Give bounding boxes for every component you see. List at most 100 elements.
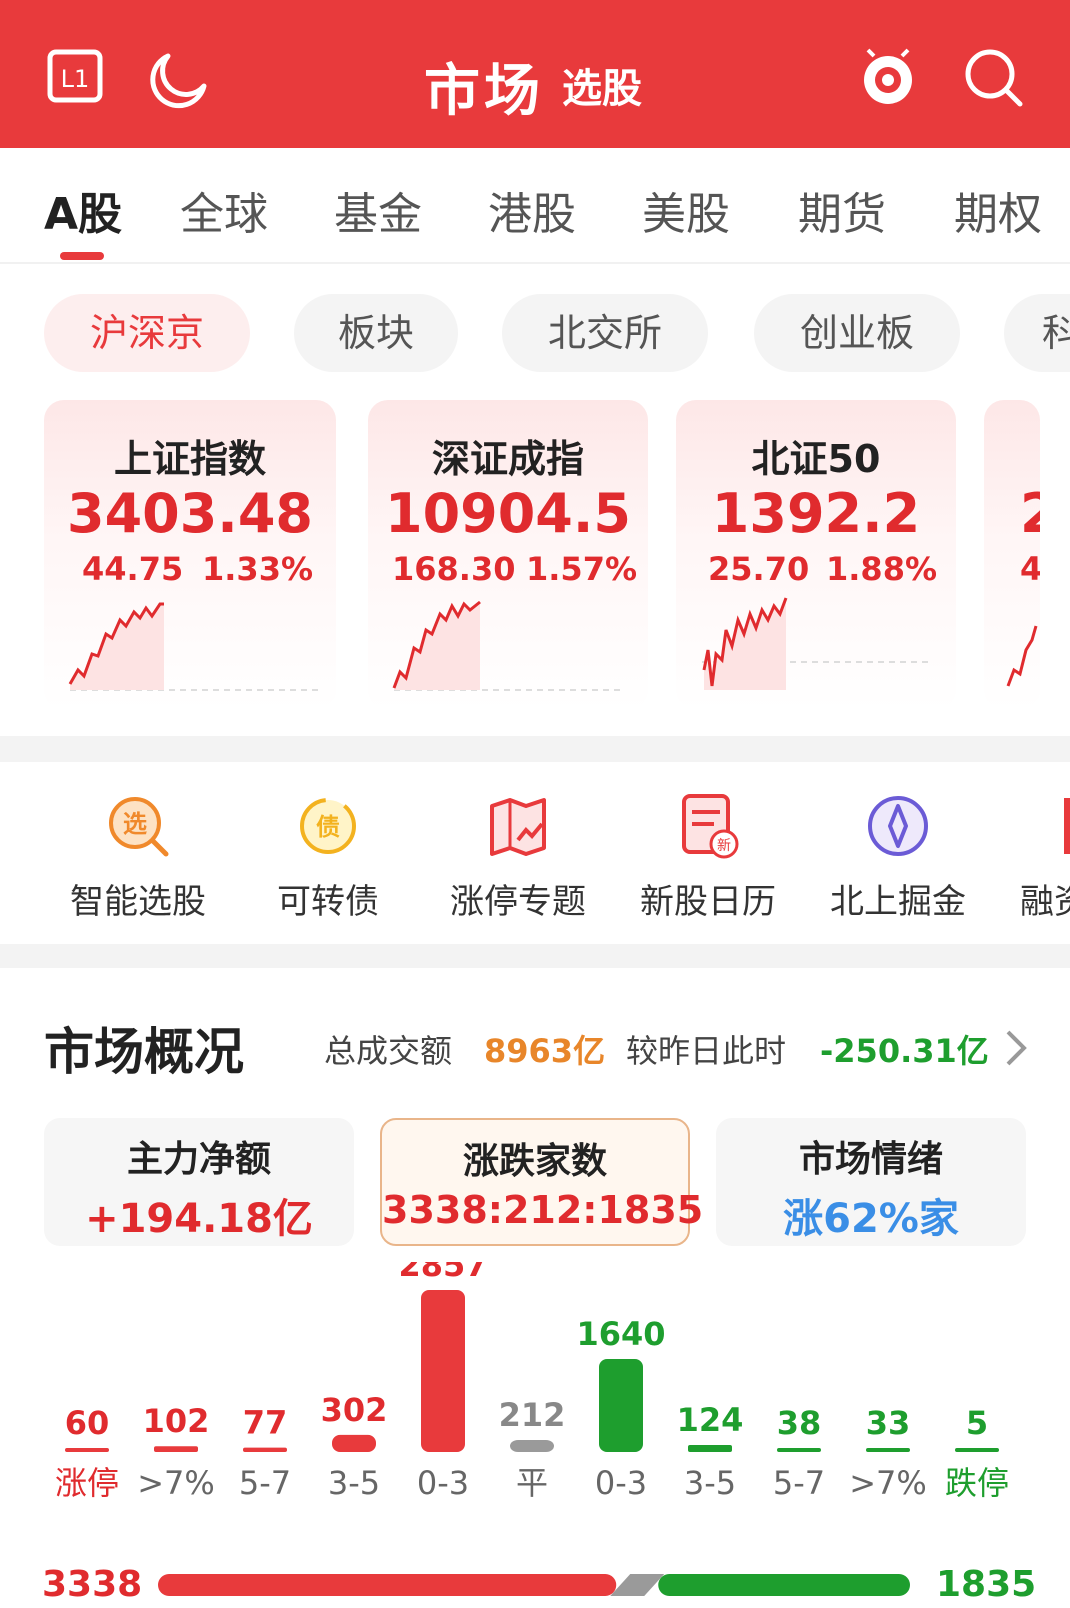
up-count: 3338 [42, 1564, 143, 1605]
index-change: 168.30 [392, 550, 516, 588]
index-card-shenzhen[interactable]: 深证成指 10904.5 168.30 1.57% [368, 400, 648, 710]
index-name: 北证50 [751, 437, 881, 481]
up-down-ratio-bar [158, 1574, 910, 1596]
bar-value-label: 102 [143, 1402, 210, 1440]
bar-category-label: 涨停 [55, 1464, 119, 1502]
index-value: 10904.5 [385, 482, 631, 545]
turnover-label: 总成交额 [324, 1032, 453, 1070]
svg-text:选: 选 [123, 810, 147, 838]
svg-text:L1: L1 [61, 65, 90, 93]
stat-label: 市场情绪 [798, 1139, 943, 1180]
distribution-bar [332, 1434, 376, 1452]
tool-label: 融资 [1020, 882, 1070, 922]
up-segment [158, 1574, 617, 1596]
stock-picker-tab[interactable]: 选股 [562, 56, 642, 114]
distribution-bar [599, 1359, 643, 1452]
bar-value-label: 1640 [576, 1315, 665, 1353]
tool-convertible-bond[interactable]: 债 可转债 [238, 792, 418, 923]
chip-hu-shen-jing[interactable]: 沪深京 [44, 294, 250, 372]
compare-value: -250.31亿 [820, 1032, 989, 1070]
stat-value: 涨62%家 [783, 1196, 959, 1242]
distribution-bar [955, 1448, 999, 1452]
tool-limit-up-topic[interactable]: 涨停专题 [428, 792, 608, 923]
bar-value-label: 77 [243, 1404, 288, 1442]
bar-value-label: 302 [321, 1391, 388, 1429]
tab-global[interactable]: 全球 [180, 178, 268, 242]
tab-a-shares[interactable]: A股 [44, 178, 122, 242]
distribution-bar [65, 1448, 109, 1452]
down-segment [658, 1574, 910, 1596]
northbound-icon [864, 792, 932, 860]
index-change-pct: 1.57% [526, 550, 638, 588]
tool-margin[interactable]: 融资 [1000, 792, 1070, 923]
distribution-bar [243, 1447, 287, 1452]
ipo-calendar-icon: 新 [674, 792, 742, 860]
bar-category-label: 0-3 [417, 1464, 469, 1502]
stat-market-sentiment[interactable]: 市场情绪 涨62%家 [716, 1118, 1026, 1246]
index-change-pct: 1.88% [826, 550, 938, 588]
distribution-bar [154, 1446, 198, 1452]
tool-label: 涨停专题 [450, 882, 586, 922]
tool-ipo-calendar[interactable]: 新 新股日历 [618, 792, 798, 923]
distribution-bar [510, 1439, 554, 1452]
bar-category-label: 3-5 [328, 1464, 380, 1502]
distribution-bar [421, 1290, 465, 1452]
convertible-bond-icon: 债 [294, 792, 362, 860]
index-card-bse50[interactable]: 北证50 1392.2 25.70 1.88% [676, 400, 956, 710]
down-count: 1835 [936, 1564, 1037, 1605]
bar-category-label: 0-3 [595, 1464, 647, 1502]
active-tab-indicator [60, 252, 104, 260]
chip-sectors[interactable]: 板块 [294, 294, 458, 372]
svg-text:新: 新 [717, 838, 731, 854]
bar-category-label: 3-5 [684, 1464, 736, 1502]
index-name: 上证指数 [113, 437, 266, 481]
chip-star-market[interactable]: 科 [1004, 294, 1070, 372]
tab-hk-stocks[interactable]: 港股 [488, 178, 576, 242]
assistant-robot-icon[interactable] [856, 46, 920, 110]
smart-select-icon: 选 [104, 792, 172, 860]
index-value: 3403.48 [67, 482, 313, 545]
night-mode-icon[interactable] [146, 46, 210, 110]
level1-badge-icon[interactable]: L1 [46, 46, 110, 110]
stat-value: +194.18亿 [85, 1196, 313, 1242]
stat-advance-decline[interactable]: 涨跌家数 3338:212:1835 [380, 1118, 704, 1246]
margin-icon [1064, 792, 1070, 860]
turnover-value: 8963亿 [484, 1032, 606, 1070]
tab-us-stocks[interactable]: 美股 [642, 178, 730, 242]
index-card-shanghai[interactable]: 上证指数 3403.48 44.75 1.33% [44, 400, 336, 710]
overview-title: 市场概况 [44, 1023, 244, 1081]
index-value: 2 [1020, 482, 1040, 545]
bar-category-label: >7% [137, 1464, 215, 1502]
tool-label: 可转债 [277, 882, 379, 922]
bar-category-label: >7% [849, 1464, 927, 1502]
tool-northbound[interactable]: 北上掘金 [808, 792, 988, 923]
tool-label: 北上掘金 [830, 882, 966, 922]
limit-up-topic-icon [484, 792, 552, 860]
chevron-right-icon[interactable] [1004, 1028, 1028, 1072]
advance-decline-distribution-chart: 60 涨停 102 >7% 77 5-7 302 3-5 2857 0-3 212 平 1640 0-3 1… [55, 1262, 1009, 1502]
index-change: 4 [1020, 550, 1040, 588]
index-name: 深证成指 [431, 437, 584, 481]
bar-value-label: 5 [966, 1404, 988, 1442]
stat-value: 3338:212:1835 [382, 1188, 704, 1232]
bar-value-label: 33 [866, 1404, 911, 1442]
stat-label: 主力净额 [126, 1139, 271, 1180]
chip-bse[interactable]: 北交所 [502, 294, 708, 372]
search-icon[interactable] [962, 46, 1026, 110]
index-change: 25.70 [708, 550, 810, 588]
tab-funds[interactable]: 基金 [334, 178, 422, 242]
bar-value-label: 38 [777, 1404, 822, 1442]
index-sparkline [392, 600, 624, 691]
tab-futures[interactable]: 期货 [798, 178, 886, 242]
chip-chinext[interactable]: 创业板 [754, 294, 960, 372]
bar-value-label: 124 [677, 1401, 744, 1439]
index-value: 1392.2 [711, 482, 921, 545]
page-title: 市场 [424, 59, 544, 124]
stat-label: 涨跌家数 [462, 1141, 607, 1182]
stat-main-net-flow[interactable]: 主力净额 +194.18亿 [44, 1118, 354, 1246]
section-divider [0, 736, 1070, 762]
tab-options[interactable]: 期权 [954, 178, 1042, 242]
distribution-bar [777, 1448, 821, 1452]
tool-smart-select[interactable]: 选 智能选股 [48, 792, 228, 923]
index-card-partial[interactable]: 2 4 [984, 400, 1040, 710]
